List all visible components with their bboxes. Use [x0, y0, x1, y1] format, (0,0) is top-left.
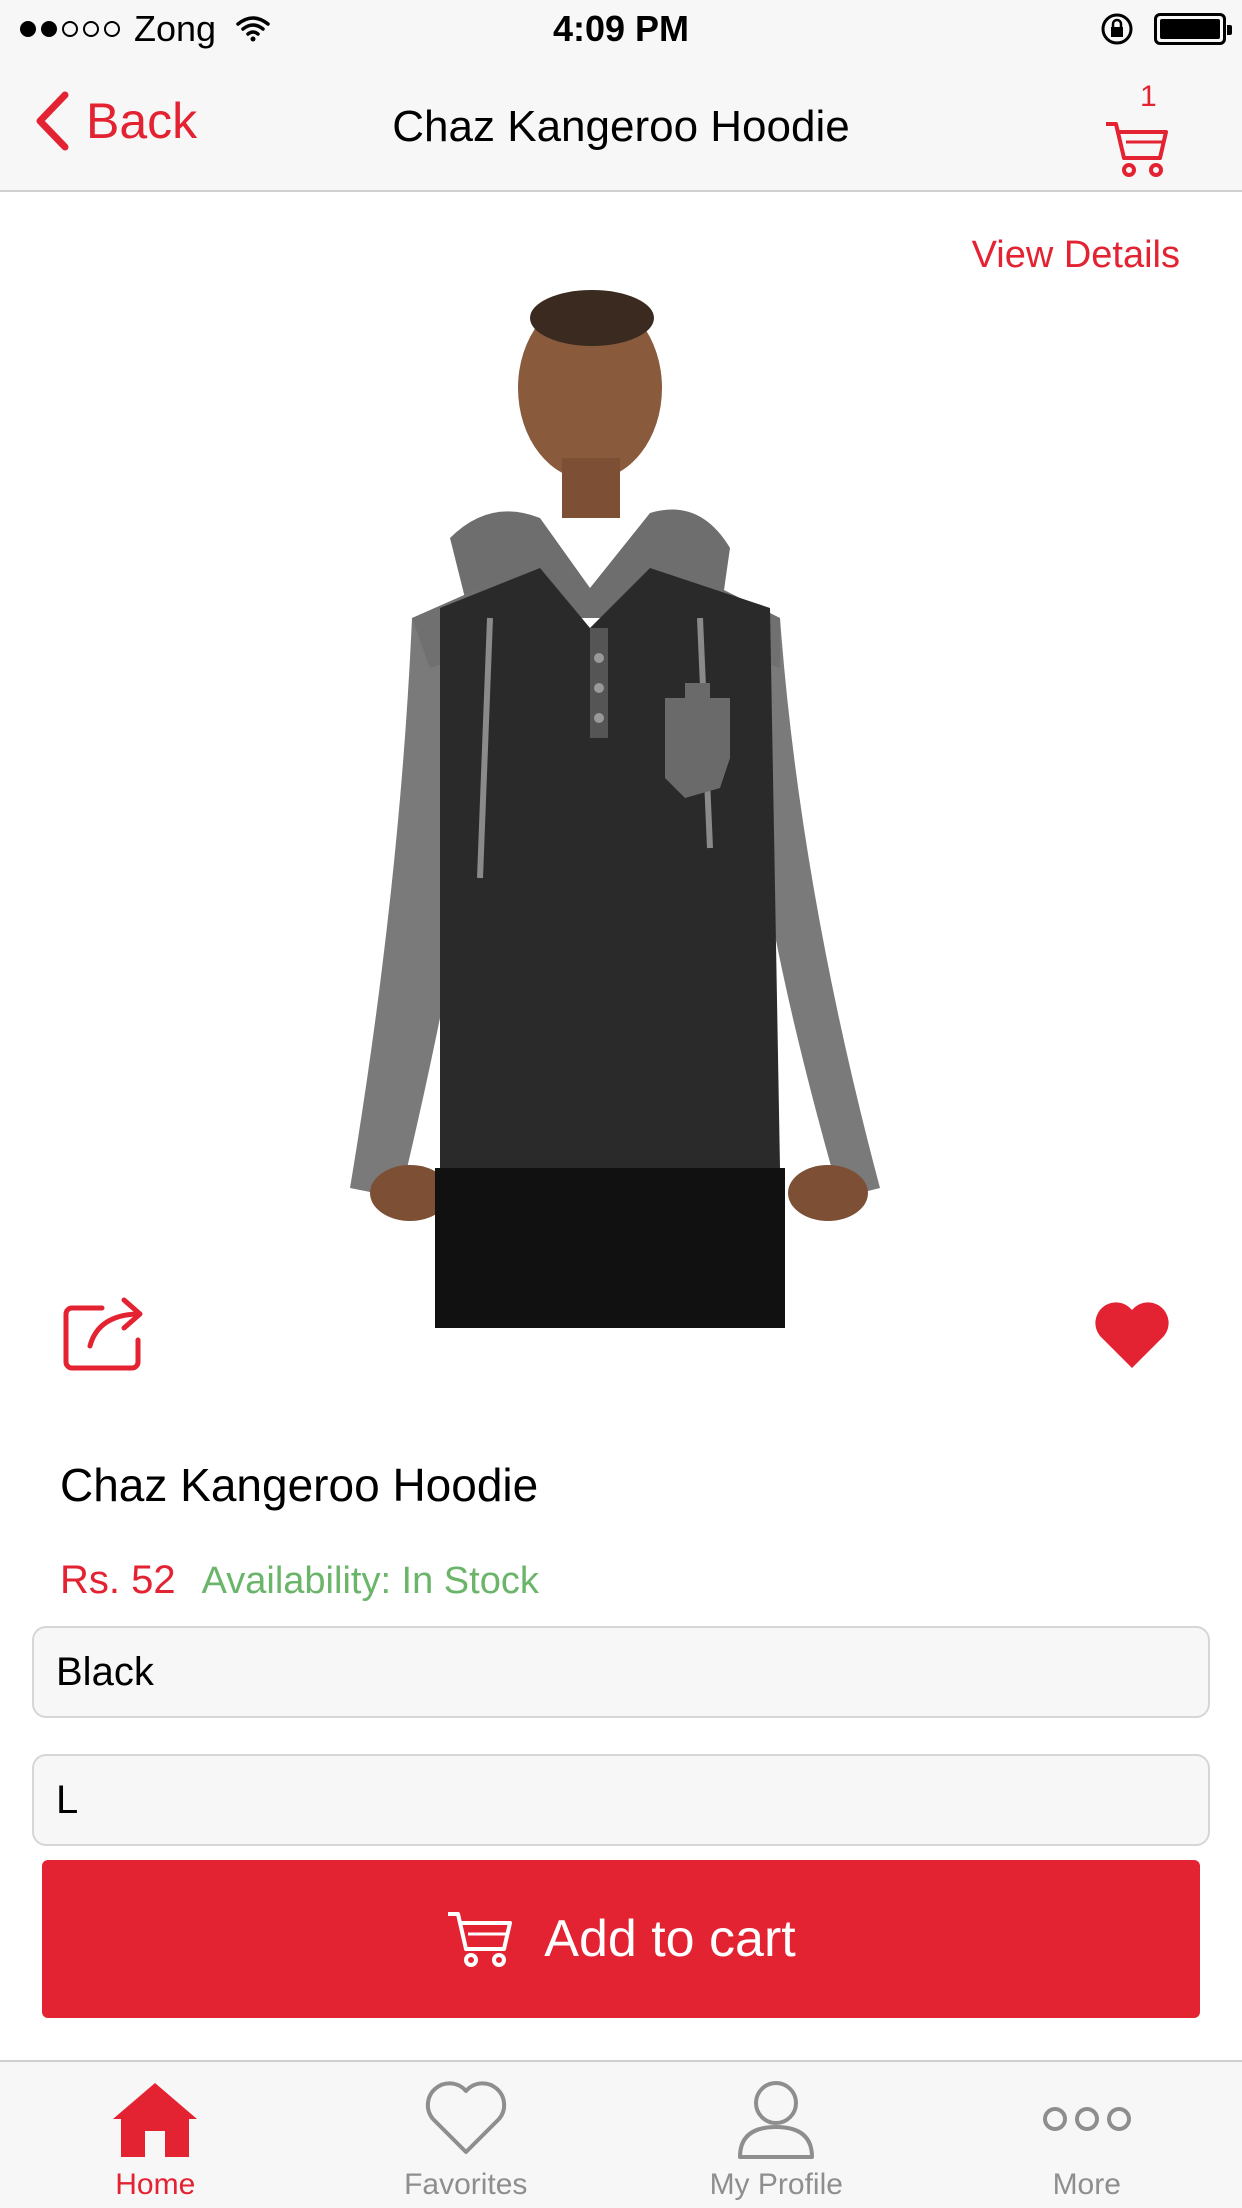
color-select[interactable]: Black — [32, 1626, 1210, 1718]
size-select-value: L — [56, 1777, 79, 1822]
status-time: 4:09 PM — [552, 8, 690, 49]
availability-status: Availability: In Stock — [201, 1560, 539, 1602]
view-details-link[interactable]: View Details — [972, 234, 1180, 277]
tab-my-profile[interactable]: My Profile — [621, 2062, 932, 2208]
tab-bar: Home Favorites My Profile More — [0, 2060, 1242, 2208]
heart-filled-icon — [1095, 1302, 1169, 1368]
more-icon — [1042, 2107, 1131, 2131]
share-button[interactable] — [62, 1294, 148, 1372]
share-icon — [63, 1297, 143, 1371]
cart-count-badge: 1 — [1140, 80, 1157, 113]
add-to-cart-button[interactable]: Add to cart — [42, 1860, 1200, 2018]
status-bar: Zong 4:09 PM — [0, 0, 1242, 60]
page-title: Chaz Kangeroo Hoodie — [392, 102, 850, 151]
product-name: Chaz Kangeroo Hoodie — [60, 1459, 539, 1511]
rotation-lock-icon — [1101, 13, 1133, 45]
navigation-bar: Back Chaz Kangeroo Hoodie 1 — [0, 60, 1242, 192]
cart-icon — [1106, 122, 1168, 177]
favorite-button[interactable] — [1092, 1298, 1172, 1370]
tab-favorites[interactable]: Favorites — [311, 2062, 622, 2208]
tab-favorites-label: Favorites — [404, 2168, 528, 2201]
battery-icon — [1154, 13, 1232, 45]
tab-more-label: More — [1052, 2168, 1121, 2201]
product-image — [350, 290, 880, 1328]
price-row: Rs. 52 Availability: In Stock — [60, 1558, 539, 1603]
cart-button[interactable]: 1 — [1104, 80, 1184, 177]
add-to-cart-label: Add to cart — [544, 1910, 796, 1968]
user-icon — [738, 2081, 815, 2159]
tab-my-profile-label: My Profile — [709, 2168, 843, 2201]
home-icon — [113, 2083, 198, 2157]
tab-home[interactable]: Home — [0, 2062, 311, 2208]
color-select-value: Black — [56, 1649, 154, 1694]
heart-icon — [425, 2081, 506, 2154]
status-right — [1100, 12, 1232, 46]
tab-home-label: Home — [115, 2168, 196, 2201]
tab-more[interactable]: More — [932, 2062, 1242, 2208]
cart-icon — [448, 1912, 513, 1967]
size-select[interactable]: L — [32, 1754, 1210, 1846]
product-price: Rs. 52 — [60, 1558, 176, 1602]
